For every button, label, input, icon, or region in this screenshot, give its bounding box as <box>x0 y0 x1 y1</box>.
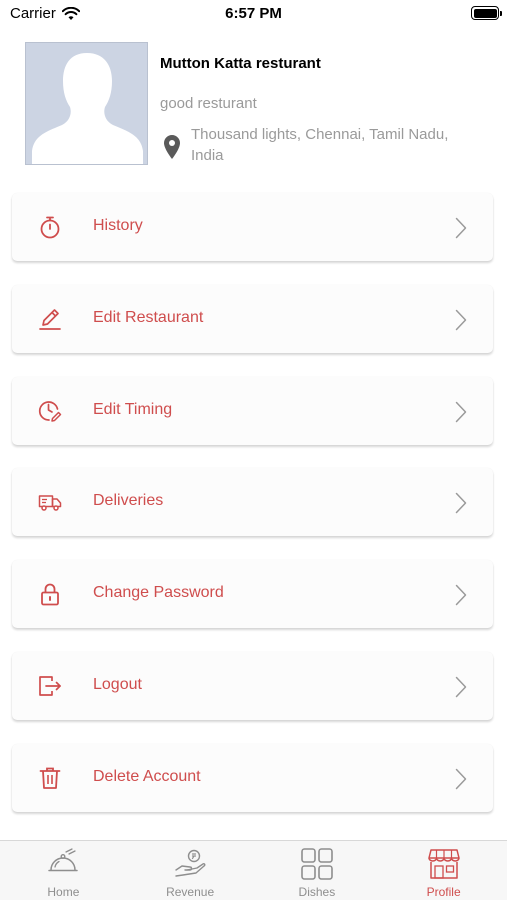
hand-money-icon <box>175 849 206 877</box>
person-silhouette-icon <box>32 53 143 164</box>
chevron-right-icon <box>455 217 467 239</box>
tab-label: Dishes <box>298 885 336 899</box>
chevron-right-icon <box>455 401 467 422</box>
pencil-icon <box>39 308 61 330</box>
chevron-right-icon <box>455 493 467 514</box>
tab-dishes[interactable]: Dishes <box>254 841 381 900</box>
menu-item-label: Logout <box>93 675 142 693</box>
menu-item-deliveries[interactable]: Deliveries <box>12 468 493 537</box>
tab-profile[interactable]: Profile <box>380 841 507 900</box>
menu-item-label: Edit Timing <box>93 400 173 418</box>
menu-item-label: History <box>93 217 143 234</box>
restaurant-description: good resturant <box>160 95 257 112</box>
clock-edit-icon <box>38 400 62 422</box>
status-time: 6:57 PM <box>225 5 282 22</box>
stopwatch-icon <box>40 216 60 239</box>
tab-home[interactable]: Home <box>0 841 127 900</box>
restaurant-name: Mutton Katta resturant <box>160 55 321 72</box>
location-pin-icon <box>164 135 180 159</box>
lock-icon <box>41 583 59 606</box>
profile-header: Mutton Katta resturant good resturant Th… <box>25 42 495 166</box>
chevron-right-icon <box>455 309 467 331</box>
menu-item-logout[interactable]: Logout <box>12 651 493 720</box>
menu-item-change-password[interactable]: Change Password <box>12 560 493 629</box>
delivery-truck-icon <box>38 495 62 512</box>
menu-item-label: Edit Restaurant <box>93 308 204 326</box>
tab-label: Revenue <box>166 885 215 899</box>
chevron-right-icon <box>455 768 467 790</box>
menu-item-label: Deliveries <box>93 492 164 510</box>
logout-icon <box>39 676 61 696</box>
profile-menu: History Edit Restaurant Edit Timing Deli… <box>12 193 493 836</box>
tab-label: Profile <box>426 885 461 899</box>
tab-revenue[interactable]: Revenue <box>127 841 254 900</box>
battery-icon <box>471 6 502 20</box>
trash-icon <box>39 767 61 789</box>
restaurant-location: Thousand lights, Chennai, Tamil Nadu, In… <box>191 126 449 164</box>
menu-item-history[interactable]: History <box>12 193 493 261</box>
tab-label: Home <box>47 885 80 899</box>
status-bar: Carrier 6:57 PM <box>0 0 507 30</box>
avatar[interactable] <box>25 42 148 165</box>
menu-item-label: Delete Account <box>93 767 201 785</box>
grid-icon <box>301 848 333 880</box>
cloche-icon <box>48 848 79 872</box>
menu-item-delete-account[interactable]: Delete Account <box>12 743 493 812</box>
menu-item-edit-restaurant[interactable]: Edit Restaurant <box>12 284 493 353</box>
tab-bar: Home Revenue Dishes Profile <box>0 840 507 900</box>
menu-item-edit-timing[interactable]: Edit Timing <box>12 376 493 445</box>
menu-item-label: Change Password <box>93 584 224 602</box>
chevron-right-icon <box>455 584 467 606</box>
storefront-icon <box>427 849 460 879</box>
chevron-right-icon <box>455 676 467 698</box>
